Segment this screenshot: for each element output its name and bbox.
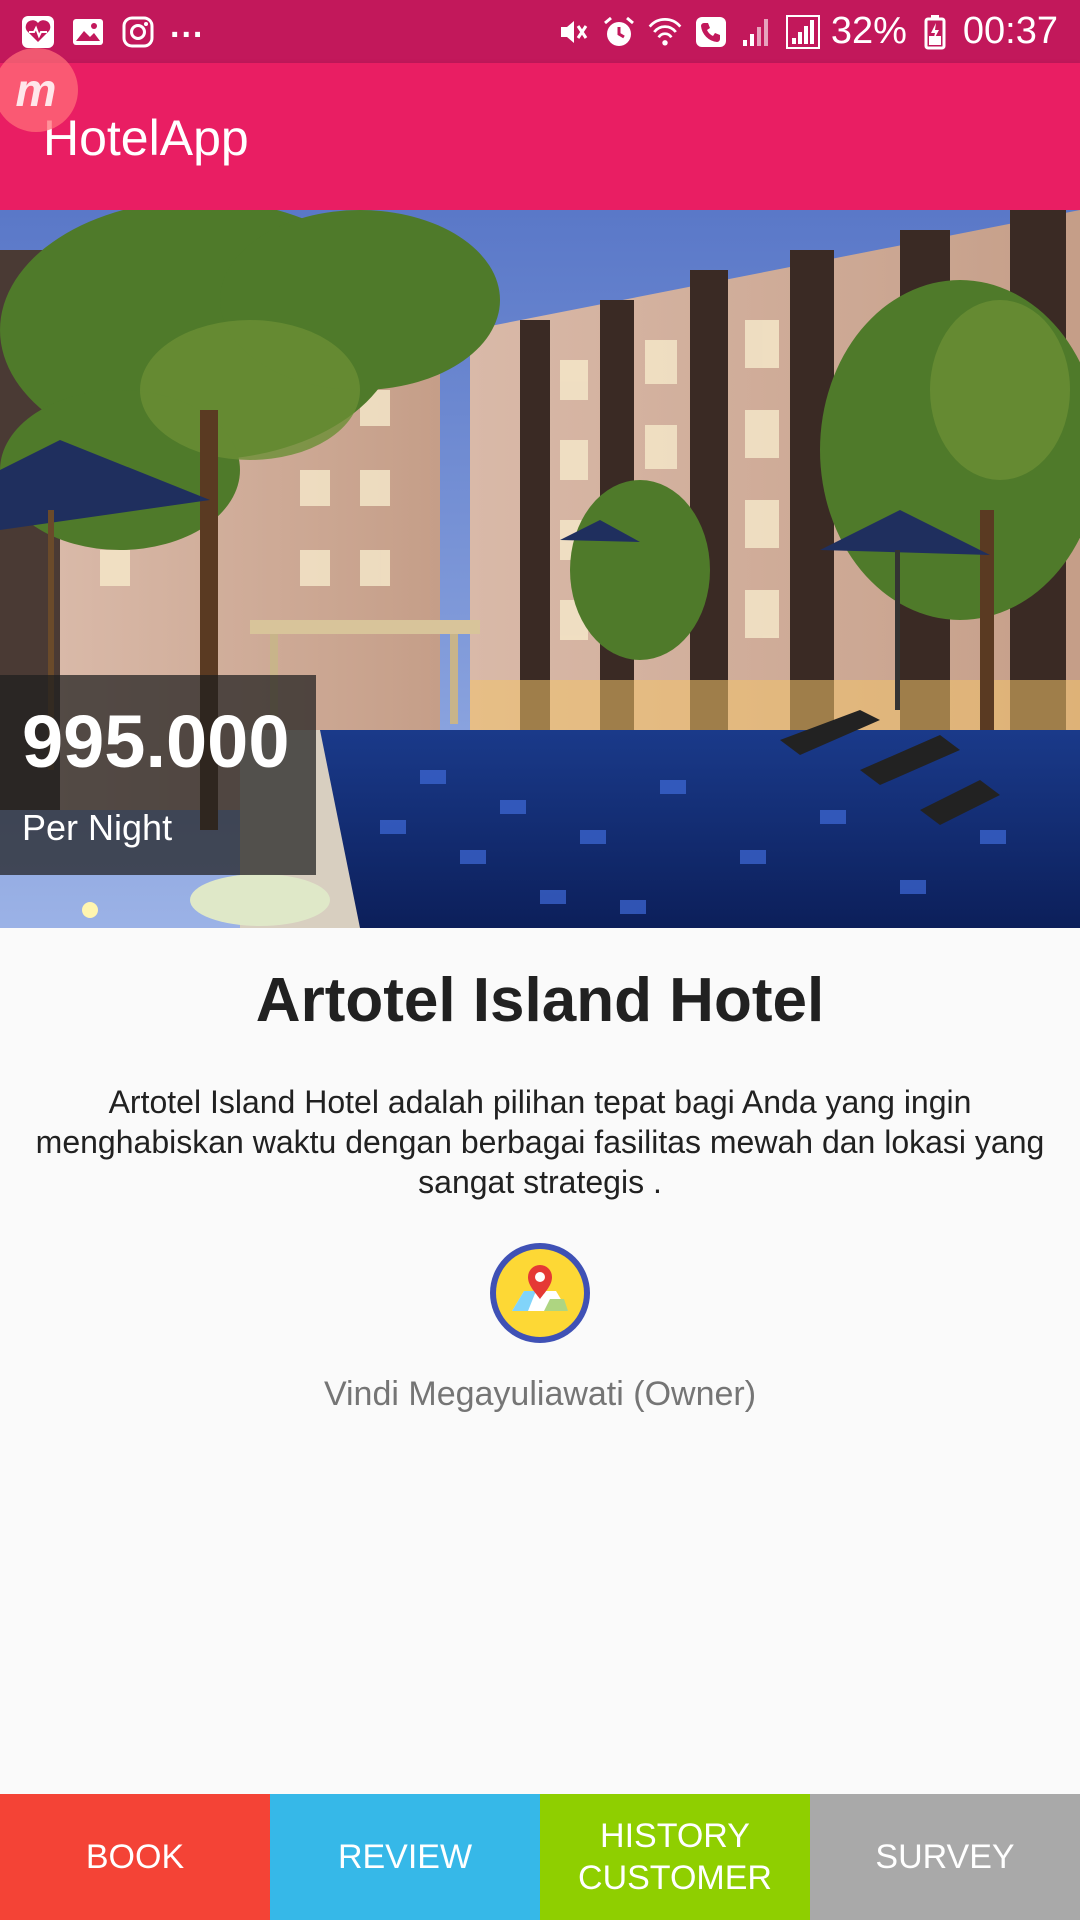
price-overlay: 995.000 Per Night <box>0 675 316 875</box>
history-customer-button[interactable]: HISTORY CUSTOMER <box>540 1794 810 1920</box>
bottom-action-bar: BOOK REVIEW HISTORY CUSTOMER SURVEY <box>0 1794 1080 1920</box>
wifi-call-icon <box>647 14 683 50</box>
hotel-name: Artotel Island Hotel <box>255 966 825 1035</box>
alarm-icon <box>601 14 637 50</box>
price-value: 995.000 <box>22 700 290 783</box>
hotel-hero-image: 995.000 Per Night <box>0 210 1080 928</box>
survey-button-label: SURVEY <box>875 1838 1015 1876</box>
review-button-label: REVIEW <box>337 1838 473 1876</box>
review-button[interactable]: REVIEW <box>270 1794 540 1920</box>
status-right: 32% 00:37 <box>555 10 1058 53</box>
owner-label: Vindi Megayuliawati (Owner) <box>323 1375 757 1413</box>
map-location-icon <box>496 1249 584 1337</box>
map-location-button[interactable] <box>490 1243 590 1343</box>
phone-icon <box>693 14 729 50</box>
history-label-line2: CUSTOMER <box>578 1859 772 1897</box>
mute-icon <box>555 14 591 50</box>
more-notifications: ... <box>170 7 205 45</box>
health-icon <box>20 14 56 50</box>
gallery-icon <box>70 14 106 50</box>
survey-button[interactable]: SURVEY <box>810 1794 1080 1920</box>
battery-percent: 32% <box>830 10 907 52</box>
signal-icon-2 <box>785 14 821 50</box>
history-customer-label: HISTORY CUSTOMER <box>578 1815 772 1899</box>
price-unit: Per Night <box>22 807 173 848</box>
app-title: HotelApp <box>43 110 249 166</box>
clock: 00:37 <box>962 10 1058 52</box>
book-button[interactable]: BOOK <box>0 1794 270 1920</box>
app-bar: HotelApp <box>0 63 1080 210</box>
hotel-description: Artotel Island Hotel adalah pilihan tepa… <box>35 1084 1045 1200</box>
history-label-line1: HISTORY <box>600 1817 750 1855</box>
battery-icon <box>917 14 953 50</box>
signal-icon <box>739 14 775 50</box>
status-left: ... <box>20 7 204 50</box>
book-button-label: BOOK <box>85 1838 185 1876</box>
status-bar: ... 32% 00:37 <box>0 0 1080 63</box>
instagram-icon <box>120 14 156 50</box>
